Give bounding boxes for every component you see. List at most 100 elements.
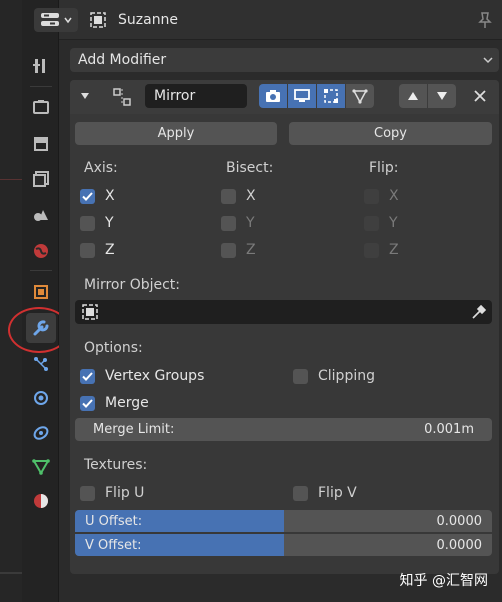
- u-offset-value: 0.0000: [436, 513, 483, 529]
- mirror-object-label: Mirror Object:: [84, 277, 181, 293]
- pin-icon[interactable]: [477, 11, 493, 29]
- properties-header: Suzanne: [34, 0, 502, 40]
- vertex-groups-checkbox[interactable]: [80, 368, 95, 384]
- material-icon: [34, 494, 48, 508]
- clipping-option[interactable]: Clipping: [293, 368, 375, 384]
- bisect-z-checkbox[interactable]: [221, 242, 236, 258]
- object-data-tab[interactable]: [26, 452, 56, 482]
- v-offset-value: 0.0000: [436, 537, 483, 553]
- checkmark-icon: [82, 398, 93, 408]
- axis-heading: Axis:: [84, 160, 118, 176]
- u-offset-label: U Offset:: [85, 513, 143, 529]
- modifier-name-field[interactable]: Mirror: [145, 84, 247, 108]
- copy-button[interactable]: Copy: [289, 122, 492, 145]
- view-layer-icon: [33, 171, 49, 187]
- flip-heading: Flip:: [369, 160, 399, 176]
- flip-v-checkbox[interactable]: [293, 485, 308, 501]
- edit-mode-icon: [324, 89, 338, 103]
- output-tab[interactable]: [26, 128, 56, 158]
- physics-icon: [34, 391, 48, 405]
- edit-mode-toggle[interactable]: [317, 84, 345, 108]
- flip-u-label: Flip U: [105, 485, 145, 501]
- arrow-down-icon: [437, 92, 447, 100]
- merge-checkbox[interactable]: [80, 395, 95, 411]
- render-tab[interactable]: [26, 92, 56, 122]
- viewport-toggle[interactable]: [288, 84, 316, 108]
- world-icon: [34, 244, 48, 258]
- object-tab[interactable]: [26, 277, 56, 307]
- move-down-button[interactable]: [428, 84, 456, 108]
- flip-v-label: Flip V: [318, 485, 357, 501]
- options-heading: Options:: [84, 340, 143, 356]
- apply-button[interactable]: Apply: [75, 122, 277, 145]
- flip-x-checkbox: [364, 188, 379, 204]
- merge-limit-field[interactable]: Merge Limit: 0.001m: [75, 418, 492, 441]
- scene-tab[interactable]: [26, 200, 56, 230]
- cage-toggle[interactable]: [346, 84, 374, 108]
- scene-icon: [34, 210, 48, 221]
- bisect-x-option[interactable]: X: [221, 188, 256, 204]
- physics-tab[interactable]: [26, 383, 56, 413]
- axis-z-option[interactable]: Z: [80, 242, 115, 258]
- viewport-edge: [0, 0, 22, 602]
- vertex-groups-option[interactable]: Vertex Groups: [80, 368, 204, 384]
- viewport-divider: [0, 572, 22, 574]
- render-toggle[interactable]: [259, 84, 287, 108]
- bisect-y-checkbox[interactable]: [221, 215, 236, 231]
- world-tab[interactable]: [26, 236, 56, 266]
- axis-z-checkbox[interactable]: [80, 242, 95, 258]
- output-icon: [34, 137, 48, 151]
- tool-tab[interactable]: [26, 51, 56, 81]
- axis-z-label: Z: [105, 242, 115, 258]
- object-name: Suzanne: [118, 12, 179, 28]
- collapse-arrow-icon[interactable]: [80, 91, 90, 101]
- flip-z-checkbox: [364, 242, 379, 258]
- u-offset-slider[interactable]: U Offset: 0.0000: [75, 510, 492, 532]
- move-up-button[interactable]: [399, 84, 427, 108]
- bisect-z-option[interactable]: Z: [221, 242, 256, 258]
- particles-tab[interactable]: [26, 349, 56, 379]
- editor-type-button[interactable]: [34, 8, 78, 32]
- viewport-line: [0, 179, 22, 180]
- mirror-modifier-icon: [113, 88, 131, 106]
- axis-x-option[interactable]: X: [80, 188, 115, 204]
- merge-limit-value: 0.001m: [424, 422, 474, 437]
- checkmark-icon: [82, 371, 93, 381]
- bisect-z-label: Z: [246, 242, 256, 258]
- merge-option[interactable]: Merge: [80, 395, 149, 411]
- flip-z-label: Z: [389, 242, 399, 258]
- flip-v-option[interactable]: Flip V: [293, 485, 357, 501]
- mirror-object-field[interactable]: [75, 300, 492, 324]
- flip-u-checkbox[interactable]: [80, 485, 95, 501]
- constraints-tab[interactable]: [26, 418, 56, 448]
- axis-y-option[interactable]: Y: [80, 215, 114, 231]
- add-modifier-dropdown[interactable]: Add Modifier: [70, 48, 499, 72]
- clipping-checkbox[interactable]: [293, 368, 308, 384]
- flip-y-option: Y: [364, 215, 398, 231]
- merge-label: Merge: [105, 395, 149, 411]
- bisect-y-option[interactable]: Y: [221, 215, 255, 231]
- axis-y-checkbox[interactable]: [80, 215, 95, 231]
- bisect-heading: Bisect:: [226, 160, 274, 176]
- axis-y-label: Y: [105, 215, 114, 231]
- bisect-x-label: X: [246, 188, 256, 204]
- view-layer-tab[interactable]: [26, 164, 56, 194]
- tool-icon: [33, 59, 45, 73]
- axis-x-checkbox[interactable]: [80, 188, 95, 204]
- constraints-icon: [33, 426, 49, 440]
- textures-heading: Textures:: [84, 457, 148, 473]
- merge-limit-label: Merge Limit:: [93, 422, 175, 437]
- axis-x-label: X: [105, 188, 115, 204]
- close-icon[interactable]: [474, 90, 486, 102]
- visibility-toggles: [259, 84, 374, 108]
- eyedropper-icon[interactable]: [471, 304, 487, 320]
- cage-icon: [352, 89, 368, 104]
- flip-x-option: X: [364, 188, 399, 204]
- v-offset-slider[interactable]: V Offset: 0.0000: [75, 534, 492, 556]
- chevron-down-icon: [483, 57, 493, 64]
- bisect-y-label: Y: [246, 215, 255, 231]
- flip-u-option[interactable]: Flip U: [80, 485, 144, 501]
- bisect-x-checkbox[interactable]: [221, 188, 236, 204]
- object-type-icon: [90, 12, 106, 28]
- material-tab[interactable]: [26, 486, 56, 516]
